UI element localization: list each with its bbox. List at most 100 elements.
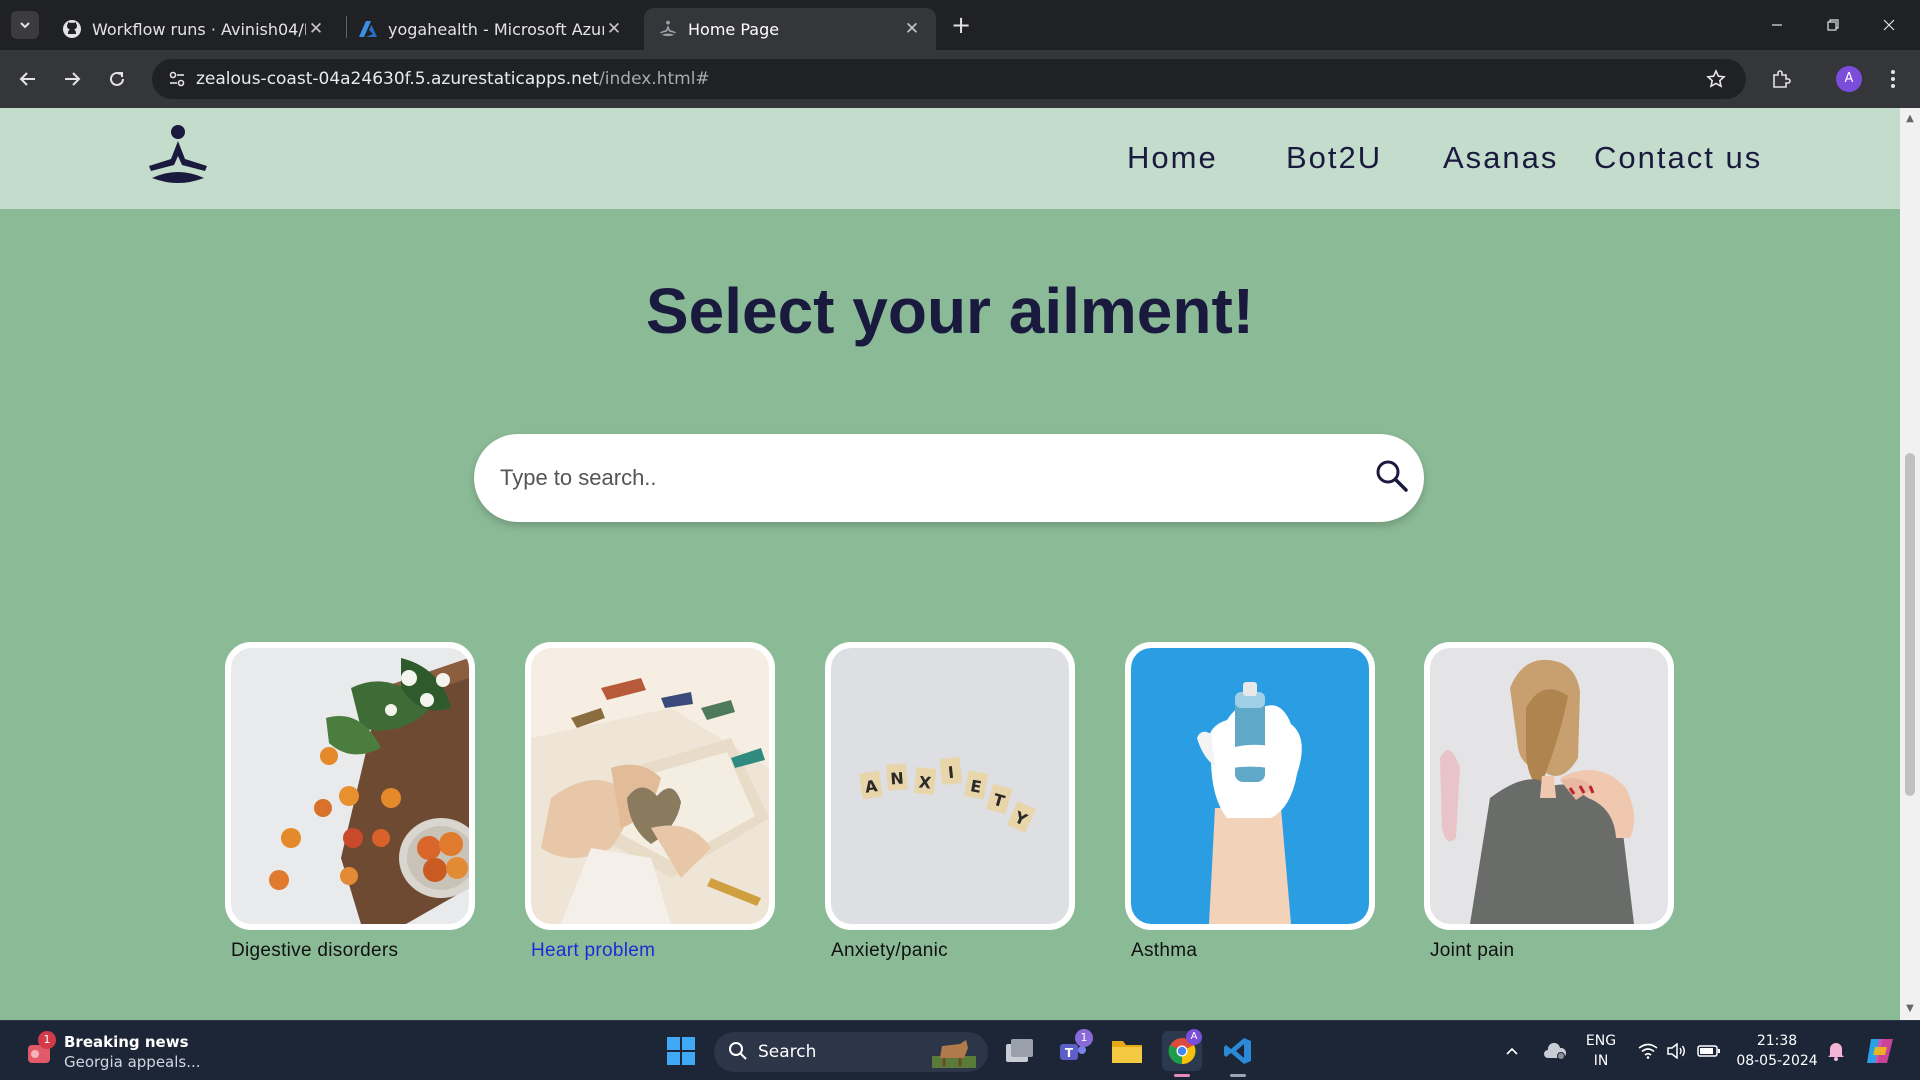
search-bar xyxy=(474,434,1424,522)
ailment-image-frame[interactable] xyxy=(1125,642,1375,930)
search-input[interactable] xyxy=(500,456,1320,500)
yoga-favicon-icon xyxy=(658,19,678,39)
ailment-card-anxiety[interactable]: A N X I E T Y Anxiety/panic xyxy=(825,642,1075,962)
address-bar[interactable]: zealous-coast-04a24630f.5.azurestaticapp… xyxy=(152,59,1746,99)
shoulder-pain-image xyxy=(1430,648,1668,924)
news-widget[interactable]: 1 Breaking news Georgia appeals... xyxy=(22,1031,222,1073)
anxiety-tiles-image: A N X I E T Y xyxy=(831,648,1069,924)
site-header: Home Bot2U Asanas Contact us xyxy=(0,108,1900,209)
ailment-image-frame[interactable]: A N X I E T Y xyxy=(825,642,1075,930)
tab-azure[interactable]: yogahealth - Microsoft Azure ✕ xyxy=(344,8,638,50)
news-title: Breaking news xyxy=(64,1033,189,1051)
tab-home-page[interactable]: Home Page ✕ xyxy=(644,8,936,50)
chrome-profile-badge: A xyxy=(1186,1029,1202,1045)
arrow-left-icon xyxy=(19,72,35,86)
back-button[interactable] xyxy=(13,64,43,94)
onedrive-tray-icon[interactable] xyxy=(1540,1021,1570,1080)
cloud-icon xyxy=(1544,1042,1567,1060)
volume-icon[interactable] xyxy=(1662,1021,1690,1080)
chevron-down-icon xyxy=(20,22,30,29)
ailment-card-heart[interactable]: Heart problem xyxy=(525,642,775,962)
restore-icon xyxy=(1827,19,1839,31)
scroll-up-arrow-icon[interactable]: ▲ xyxy=(1904,113,1916,125)
taskbar-search[interactable]: Search xyxy=(714,1032,988,1072)
news-subtitle: Georgia appeals... xyxy=(64,1053,201,1071)
ailment-card-digestive[interactable]: Digestive disorders xyxy=(225,642,475,962)
nav-contact-us[interactable]: Contact us xyxy=(1594,140,1762,176)
more-vertical-icon xyxy=(1891,70,1895,88)
fruits-image xyxy=(231,648,469,924)
minimize-icon xyxy=(1772,24,1782,26)
ailment-card-asthma[interactable]: Asthma xyxy=(1125,642,1375,962)
close-tab-icon[interactable]: ✕ xyxy=(306,19,326,39)
ailment-card-joint-pain[interactable]: Joint pain xyxy=(1424,642,1674,962)
scrollbar-thumb[interactable] xyxy=(1905,453,1915,796)
bookmark-star-icon[interactable] xyxy=(1704,67,1728,91)
page-scrollbar[interactable]: ▲ ▼ xyxy=(1900,108,1920,1020)
web-page: Home Bot2U Asanas Contact us Select your… xyxy=(0,108,1900,1020)
start-button[interactable] xyxy=(661,1031,701,1071)
task-view-button[interactable] xyxy=(1000,1031,1040,1071)
arrow-right-icon xyxy=(65,72,81,86)
site-info-icon[interactable] xyxy=(162,64,192,94)
ailment-label[interactable]: Anxiety/panic xyxy=(831,940,1075,962)
nav-home[interactable]: Home xyxy=(1127,140,1218,176)
svg-text:N: N xyxy=(890,769,905,789)
windows-logo-icon xyxy=(667,1037,695,1065)
notification-bell-icon[interactable] xyxy=(1822,1021,1850,1080)
wifi-icon[interactable] xyxy=(1634,1021,1662,1080)
minimize-button[interactable] xyxy=(1762,10,1792,40)
nav-bot2u[interactable]: Bot2U xyxy=(1286,140,1382,176)
extensions-button[interactable] xyxy=(1766,64,1796,94)
profile-avatar[interactable]: A xyxy=(1836,66,1862,92)
ailment-image-frame[interactable] xyxy=(525,642,775,930)
yoga-logo-icon[interactable] xyxy=(144,124,212,188)
search-button[interactable] xyxy=(1370,454,1414,498)
github-icon xyxy=(62,19,82,39)
tab-search-button[interactable] xyxy=(11,11,39,39)
restore-button[interactable] xyxy=(1818,10,1848,40)
azure-icon xyxy=(358,19,378,39)
copilot-icon[interactable] xyxy=(1862,1021,1898,1080)
folder-icon xyxy=(1112,1041,1142,1063)
svg-text:T: T xyxy=(1065,1046,1074,1060)
chrome-running-indicator xyxy=(1174,1074,1190,1077)
tab-workflow-runs[interactable]: Workflow runs · Avinish04/Healt ✕ xyxy=(48,8,340,50)
chevron-up-icon xyxy=(1506,1047,1518,1055)
scroll-down-arrow-icon[interactable]: ▼ xyxy=(1904,1003,1916,1015)
browser-menu-button[interactable] xyxy=(1878,64,1908,94)
task-view-icon xyxy=(1006,1039,1033,1062)
reload-button[interactable] xyxy=(102,64,132,94)
teams-badge: 1 xyxy=(1075,1029,1093,1047)
new-tab-button[interactable]: + xyxy=(948,12,974,38)
browser-toolbar: zealous-coast-04a24630f.5.azurestaticapp… xyxy=(0,50,1920,108)
ailment-label[interactable]: Joint pain xyxy=(1430,940,1674,962)
clay-heart-image xyxy=(531,648,769,924)
close-window-button[interactable] xyxy=(1874,10,1904,40)
ailment-label[interactable]: Asthma xyxy=(1131,940,1375,962)
nav-asanas[interactable]: Asanas xyxy=(1443,140,1558,176)
close-tab-icon[interactable]: ✕ xyxy=(604,19,624,39)
close-tab-icon[interactable]: ✕ xyxy=(902,19,922,39)
vscode-icon xyxy=(1224,1038,1251,1064)
ailment-image-frame[interactable] xyxy=(1424,642,1674,930)
ailment-label[interactable]: Digestive disorders xyxy=(231,940,475,962)
search-icon xyxy=(1376,460,1408,492)
language-indicator[interactable]: ENG IN xyxy=(1578,1031,1624,1071)
search-highlight-icon xyxy=(932,1040,976,1068)
show-hidden-icons-button[interactable] xyxy=(1500,1021,1524,1080)
ailment-label[interactable]: Heart problem xyxy=(531,940,775,962)
vscode-button[interactable] xyxy=(1218,1031,1258,1071)
news-badge: 1 xyxy=(38,1031,56,1049)
url-text[interactable]: zealous-coast-04a24630f.5.azurestaticapp… xyxy=(196,69,710,89)
search-icon xyxy=(729,1042,747,1060)
file-explorer-button[interactable] xyxy=(1107,1031,1147,1071)
reload-icon xyxy=(110,71,124,86)
ailment-image-frame[interactable] xyxy=(225,642,475,930)
clock[interactable]: 21:38 08-05-2024 xyxy=(1732,1031,1822,1071)
inhaler-image xyxy=(1131,648,1369,924)
forward-button[interactable] xyxy=(57,64,87,94)
battery-icon[interactable] xyxy=(1694,1021,1724,1080)
vscode-running-indicator xyxy=(1230,1074,1246,1077)
windows-taskbar: 1 Breaking news Georgia appeals... Searc… xyxy=(0,1020,1920,1080)
